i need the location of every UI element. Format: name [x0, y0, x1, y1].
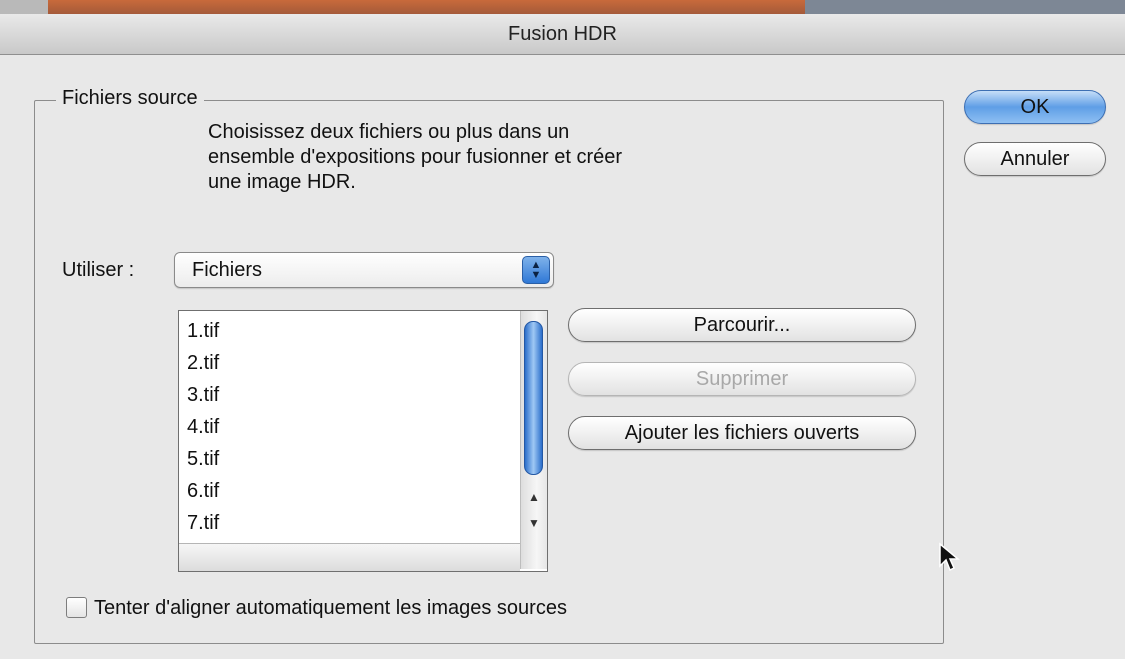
use-label: Utiliser : — [62, 259, 135, 281]
horizontal-scrollbar[interactable] — [179, 543, 520, 571]
add-open-files-button[interactable]: Ajouter les fichiers ouverts — [568, 416, 916, 450]
remove-button[interactable]: Supprimer — [568, 362, 916, 396]
background-window-edge — [0, 0, 805, 14]
up-down-arrows-icon[interactable]: ▲ ▼ — [522, 256, 550, 284]
list-item[interactable]: 1.tif — [179, 315, 519, 347]
source-files-legend: Fichiers source — [56, 85, 204, 111]
list-item[interactable]: 7.tif — [179, 507, 519, 539]
list-item[interactable]: 3.tif — [179, 379, 519, 411]
auto-align-checkbox[interactable] — [66, 597, 87, 618]
use-select[interactable]: Fichiers ▲ ▼ — [174, 252, 554, 288]
browse-button[interactable]: Parcourir... — [568, 308, 916, 342]
window-top-strip — [0, 0, 1125, 14]
instructions-line-3: une image HDR. — [208, 171, 356, 193]
list-item[interactable]: 6.tif — [179, 475, 519, 507]
auto-align-label[interactable]: Tenter d'aligner automatiquement les ima… — [94, 596, 567, 620]
dialog-window: Fusion HDR Fichiers source Choisissez de… — [0, 0, 1125, 659]
use-select-value: Fichiers — [192, 259, 263, 281]
arrow-cursor-icon — [939, 542, 961, 572]
list-item[interactable]: 5.tif — [179, 443, 519, 475]
ok-button[interactable]: OK — [964, 90, 1106, 124]
vertical-scrollbar[interactable]: ▲ ▼ — [520, 311, 547, 569]
instructions-text: Choisissez deux fichiers ou plus dans un… — [208, 120, 768, 195]
background-window-edge-grey — [0, 0, 48, 14]
instructions-line-2: ensemble d'expositions pour fusionner et… — [208, 146, 623, 168]
scroll-down-arrow-icon[interactable]: ▼ — [527, 515, 541, 531]
dialog-title: Fusion HDR — [0, 14, 1125, 55]
scroll-up-arrow-icon[interactable]: ▲ — [527, 489, 541, 505]
file-list[interactable]: 1.tif 2.tif 3.tif 4.tif 5.tif 6.tif 7.ti… — [178, 310, 548, 572]
scrollbar-thumb[interactable] — [524, 321, 543, 475]
instructions-line-1: Choisissez deux fichiers ou plus dans un — [208, 121, 570, 143]
list-item[interactable]: 2.tif — [179, 347, 519, 379]
file-list-items: 1.tif 2.tif 3.tif 4.tif 5.tif 6.tif 7.ti… — [179, 311, 519, 551]
cancel-button[interactable]: Annuler — [964, 142, 1106, 176]
list-item[interactable]: 4.tif — [179, 411, 519, 443]
